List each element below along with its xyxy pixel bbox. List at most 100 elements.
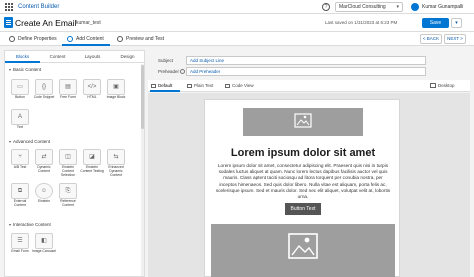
step-label: Define Properties	[18, 36, 57, 42]
save-options-chevron-icon[interactable]: ▾	[451, 18, 462, 28]
tab-label: Default	[158, 83, 173, 88]
block-label: HTML	[87, 95, 97, 99]
free-form-icon: ▤	[59, 79, 77, 95]
section-title: Advanced Content	[13, 139, 51, 144]
html-icon: </>	[83, 79, 101, 95]
block-email-form[interactable]: ☰ Email Form	[11, 233, 29, 257]
block-image[interactable]: ▣ Image Block	[107, 79, 125, 103]
app-title[interactable]: Content Builder	[18, 2, 59, 12]
panel-scrollbar-thumb[interactable]	[141, 65, 144, 129]
chevron-down-icon: ▾	[9, 139, 12, 144]
check-icon	[9, 36, 15, 42]
block-label: Image Block	[106, 95, 126, 99]
button-block-icon: ▭	[11, 79, 29, 95]
block-free-form[interactable]: ▤ Free Form	[59, 79, 77, 103]
last-saved-text: Last saved on 1/31/2023 at 6:23 PM	[325, 20, 398, 25]
email-name: kumar_test	[76, 20, 101, 26]
device-selector[interactable]: Desktop	[430, 82, 464, 90]
block-dynamic-content[interactable]: ⇄ Dynamic Content	[35, 149, 53, 173]
block-enhanced-dynamic-content[interactable]: ⇆ Enhanced Dynamic Content	[107, 149, 125, 177]
info-icon[interactable]	[180, 69, 185, 74]
content-blocks-panel: Blocks Content Layouts Design ▾ Basic Con…	[4, 50, 145, 277]
page-header: Create An Email kumar_test Last saved on…	[0, 14, 474, 32]
block-einstein[interactable]: ☺ Einstein	[35, 183, 53, 207]
block-code-snippet[interactable]: {} Code Snippet	[34, 79, 54, 103]
code-icon	[225, 84, 230, 88]
subject-field[interactable]: Add Subject Line	[186, 56, 426, 65]
block-einstein-content-selection[interactable]: ◫ Einstein Content Selection	[59, 149, 77, 177]
preview-icon	[117, 36, 123, 42]
text-icon	[187, 84, 192, 88]
step-label: Add Content	[76, 36, 104, 42]
tab-default[interactable]: Default	[150, 80, 180, 92]
panel-tabs: Blocks Content Layouts Design	[5, 51, 144, 63]
image-icon: ▣	[107, 79, 125, 95]
page-title: Create An Email	[15, 18, 77, 28]
preheader-label: Preheader	[158, 69, 180, 74]
section-basic-content[interactable]: ▾ Basic Content	[9, 66, 41, 74]
edit-icon	[67, 36, 73, 42]
form-icon: ☰	[11, 233, 29, 249]
chevron-down-icon: ▾	[9, 222, 12, 227]
image-icon	[294, 113, 312, 128]
chevron-down-icon: ▾	[9, 67, 12, 72]
chevron-down-icon: ▾	[396, 4, 399, 10]
help-icon[interactable]: ?	[322, 3, 330, 11]
layout-icon	[151, 84, 156, 88]
image-placeholder[interactable]	[243, 108, 363, 136]
email-document-icon	[4, 17, 13, 28]
tab-code-view[interactable]: Code View	[224, 80, 262, 92]
tab-layouts[interactable]: Layouts	[75, 51, 110, 63]
ab-test-icon: ⑂	[11, 149, 29, 165]
block-external-content[interactable]: ⧉ External Content	[11, 183, 29, 207]
email-body-text[interactable]: Lorem ipsum dolor sit amet, consectetur …	[215, 163, 391, 200]
back-button[interactable]: < BACK	[420, 34, 442, 44]
view-tabs: Default Plain Text Code View	[148, 80, 470, 92]
app-launcher-icon[interactable]	[5, 3, 13, 11]
tab-plain-text[interactable]: Plain Text	[186, 80, 220, 92]
block-ab-test[interactable]: ⑂ A/B Test	[11, 149, 29, 173]
einstein-selection-icon: ◫	[59, 149, 77, 165]
email-cta-button[interactable]: Button Text	[285, 203, 321, 215]
reference-content-icon: ⎘	[59, 183, 77, 199]
block-label: Email Form	[11, 249, 29, 253]
block-label: A/B Test	[13, 165, 27, 169]
preheader-field[interactable]: Add Preheader	[186, 67, 426, 76]
block-label: Free Form	[60, 95, 76, 99]
image-placeholder[interactable]	[211, 224, 395, 277]
einstein-testing-icon: ◪	[83, 149, 101, 165]
external-content-icon: ⧉	[11, 183, 29, 199]
step-add-content[interactable]: Add Content	[62, 32, 110, 46]
next-button[interactable]: NEXT >	[444, 34, 466, 44]
enhanced-dynamic-icon: ⇆	[107, 149, 125, 165]
section-interactive-content[interactable]: ▾ Interactive Content	[9, 221, 51, 229]
tab-label: Plain Text	[194, 83, 214, 88]
block-label: Button	[15, 95, 25, 99]
block-reference-content[interactable]: ⎘ Reference Content	[59, 183, 77, 207]
block-html[interactable]: </> HTML	[83, 79, 101, 103]
subject-label: Subject	[158, 58, 174, 63]
tab-design[interactable]: Design	[110, 51, 144, 63]
step-navigation: Define Properties Add Content Preview an…	[0, 32, 474, 46]
save-button[interactable]: Save	[422, 18, 449, 28]
dynamic-content-icon: ⇄	[35, 149, 53, 165]
block-einstein-content-testing[interactable]: ◪ Einstein Content Testing	[80, 149, 104, 173]
step-preview-and-test[interactable]: Preview and Test	[112, 32, 172, 46]
user-name[interactable]: Kumar Gunampalli	[422, 2, 463, 12]
avatar[interactable]	[411, 3, 419, 11]
tab-label: Code View	[232, 83, 254, 88]
email-heading[interactable]: Lorem ipsum dolor sit amet	[205, 146, 401, 160]
tab-blocks[interactable]: Blocks	[5, 51, 40, 63]
block-label: Reference Content	[60, 199, 76, 207]
block-text[interactable]: A Text	[11, 109, 29, 133]
org-selector[interactable]: MarCloud Consulting ▾	[335, 2, 403, 12]
step-label: Preview and Test	[126, 36, 164, 42]
block-button[interactable]: ▭ Button	[11, 79, 29, 103]
step-define-properties[interactable]: Define Properties	[4, 32, 60, 46]
block-label: Einstein	[37, 199, 51, 203]
text-icon: A	[11, 109, 29, 125]
tab-content[interactable]: Content	[40, 51, 75, 63]
block-label: Text	[16, 125, 24, 129]
block-image-carousel[interactable]: ◧ Image Carousel	[32, 233, 56, 257]
section-advanced-content[interactable]: ▾ Advanced Content	[9, 138, 50, 146]
